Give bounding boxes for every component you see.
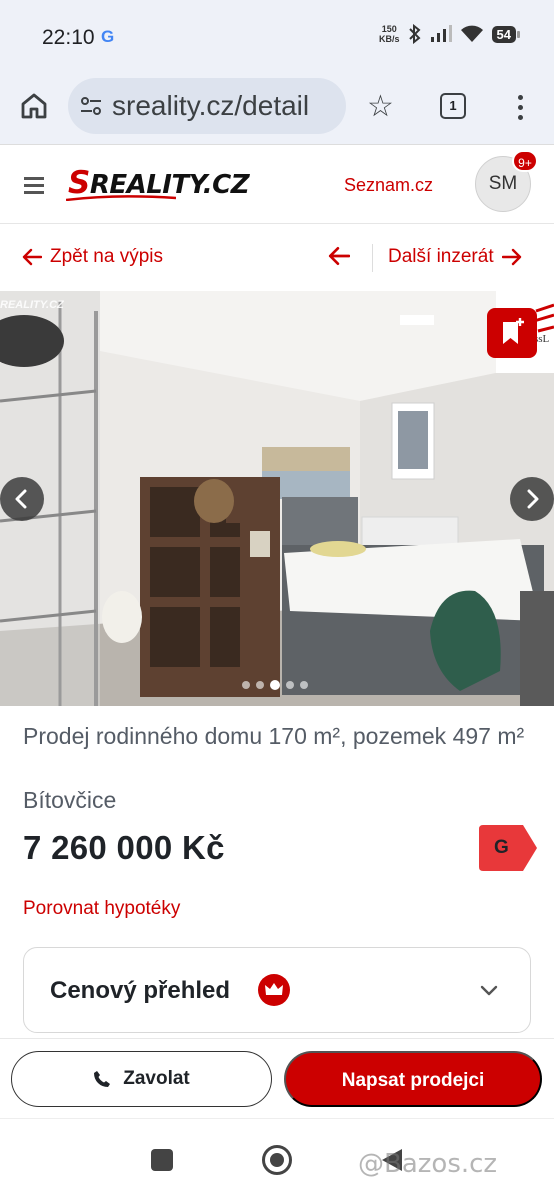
save-listing-button[interactable]	[487, 308, 537, 358]
tabs-icon[interactable]: 1	[440, 93, 466, 119]
recents-icon[interactable]	[151, 1149, 173, 1171]
arrow-left-icon	[22, 248, 42, 266]
pagination-dot[interactable]	[256, 681, 264, 689]
next-listing-label: Další inzerát	[388, 246, 494, 267]
pagination-dot[interactable]	[286, 681, 294, 689]
status-bar: 22:10 G 150 KB/s 54	[0, 0, 554, 72]
crown-icon	[258, 974, 290, 1006]
logo-swoosh	[66, 195, 176, 201]
home-icon[interactable]	[18, 90, 50, 122]
next-listing-link[interactable]: Další inzerát	[388, 246, 522, 268]
previous-listing-arrow-icon[interactable]	[328, 246, 350, 266]
bazos-watermark: @Bazos.cz	[358, 1149, 498, 1179]
more-vert-icon[interactable]	[512, 92, 528, 122]
hamburger-menu-icon[interactable]	[24, 177, 44, 194]
back-to-list-label: Zpět na výpis	[50, 246, 163, 267]
contact-action-bar: Zavolat Napsat prodejci	[0, 1038, 554, 1118]
gallery-pagination[interactable]	[242, 680, 308, 690]
energy-class-badge[interactable]: G	[479, 825, 537, 871]
wifi-icon	[460, 25, 483, 42]
previous-photo-button[interactable]	[0, 477, 44, 521]
star-icon[interactable]: ☆	[367, 89, 394, 124]
site-header: SREALITY.CZ Seznam.cz SM 9+	[0, 144, 554, 224]
call-button-label: Zavolat	[123, 1068, 190, 1089]
chevron-down-icon[interactable]	[479, 980, 499, 1000]
energy-class-label: G	[494, 837, 509, 858]
browser-toolbar: sreality.cz/detail ☆ 1	[0, 72, 554, 144]
network-speed-unit: KB/s	[379, 34, 400, 44]
arrow-right-icon	[501, 248, 521, 266]
pagination-dot-active[interactable]	[270, 680, 280, 690]
google-icon: G	[101, 27, 115, 46]
next-photo-button[interactable]	[510, 477, 554, 521]
chevron-left-icon	[15, 489, 27, 509]
listing-photo	[0, 291, 554, 706]
compare-mortgages-link[interactable]: Porovnat hypotéky	[23, 898, 180, 920]
notification-badge: 9+	[512, 150, 538, 172]
url-text[interactable]: sreality.cz/detail	[112, 90, 309, 122]
photo-watermark: REALITY.CZ	[0, 299, 64, 311]
system-navigation-bar: @Bazos.cz	[0, 1118, 554, 1200]
nav-divider	[372, 244, 373, 272]
listing-navigation: Zpět na výpis Další inzerát	[0, 224, 554, 290]
home-nav-icon[interactable]	[262, 1145, 292, 1175]
listing-location: Bítovčice	[23, 787, 117, 813]
bluetooth-icon	[408, 24, 421, 44]
listing-title: Prodej rodinného domu 170 m², pozemek 49…	[23, 723, 525, 749]
pagination-dot[interactable]	[242, 681, 250, 689]
seznam-link[interactable]: Seznam.cz	[344, 175, 433, 196]
url-bar[interactable]: sreality.cz/detail	[68, 78, 346, 134]
status-icons: 150 KB/s 54	[379, 24, 521, 44]
battery-icon: 54	[491, 25, 521, 43]
back-to-list-link[interactable]: Zpět na výpis	[22, 246, 163, 268]
tune-icon[interactable]	[80, 96, 102, 116]
call-button[interactable]: Zavolat	[11, 1051, 272, 1107]
price-overview-card[interactable]: Cenový přehled	[23, 947, 531, 1033]
signal-icon	[430, 25, 452, 42]
write-to-seller-button[interactable]: Napsat prodejci	[284, 1051, 542, 1107]
chevron-right-icon	[527, 489, 539, 509]
price-overview-title: Cenový přehled	[50, 977, 231, 1004]
bookmark-add-icon	[503, 318, 524, 344]
clock: 22:10	[42, 26, 95, 49]
network-speed: 150 KB/s	[379, 24, 400, 44]
listing-price: 7 260 000 Kč	[23, 829, 225, 866]
photo-gallery[interactable]: REALITY.CZ ssL	[0, 291, 554, 706]
phone-icon	[94, 1071, 111, 1087]
network-speed-value: 150	[381, 24, 397, 34]
pagination-dot[interactable]	[300, 681, 308, 689]
